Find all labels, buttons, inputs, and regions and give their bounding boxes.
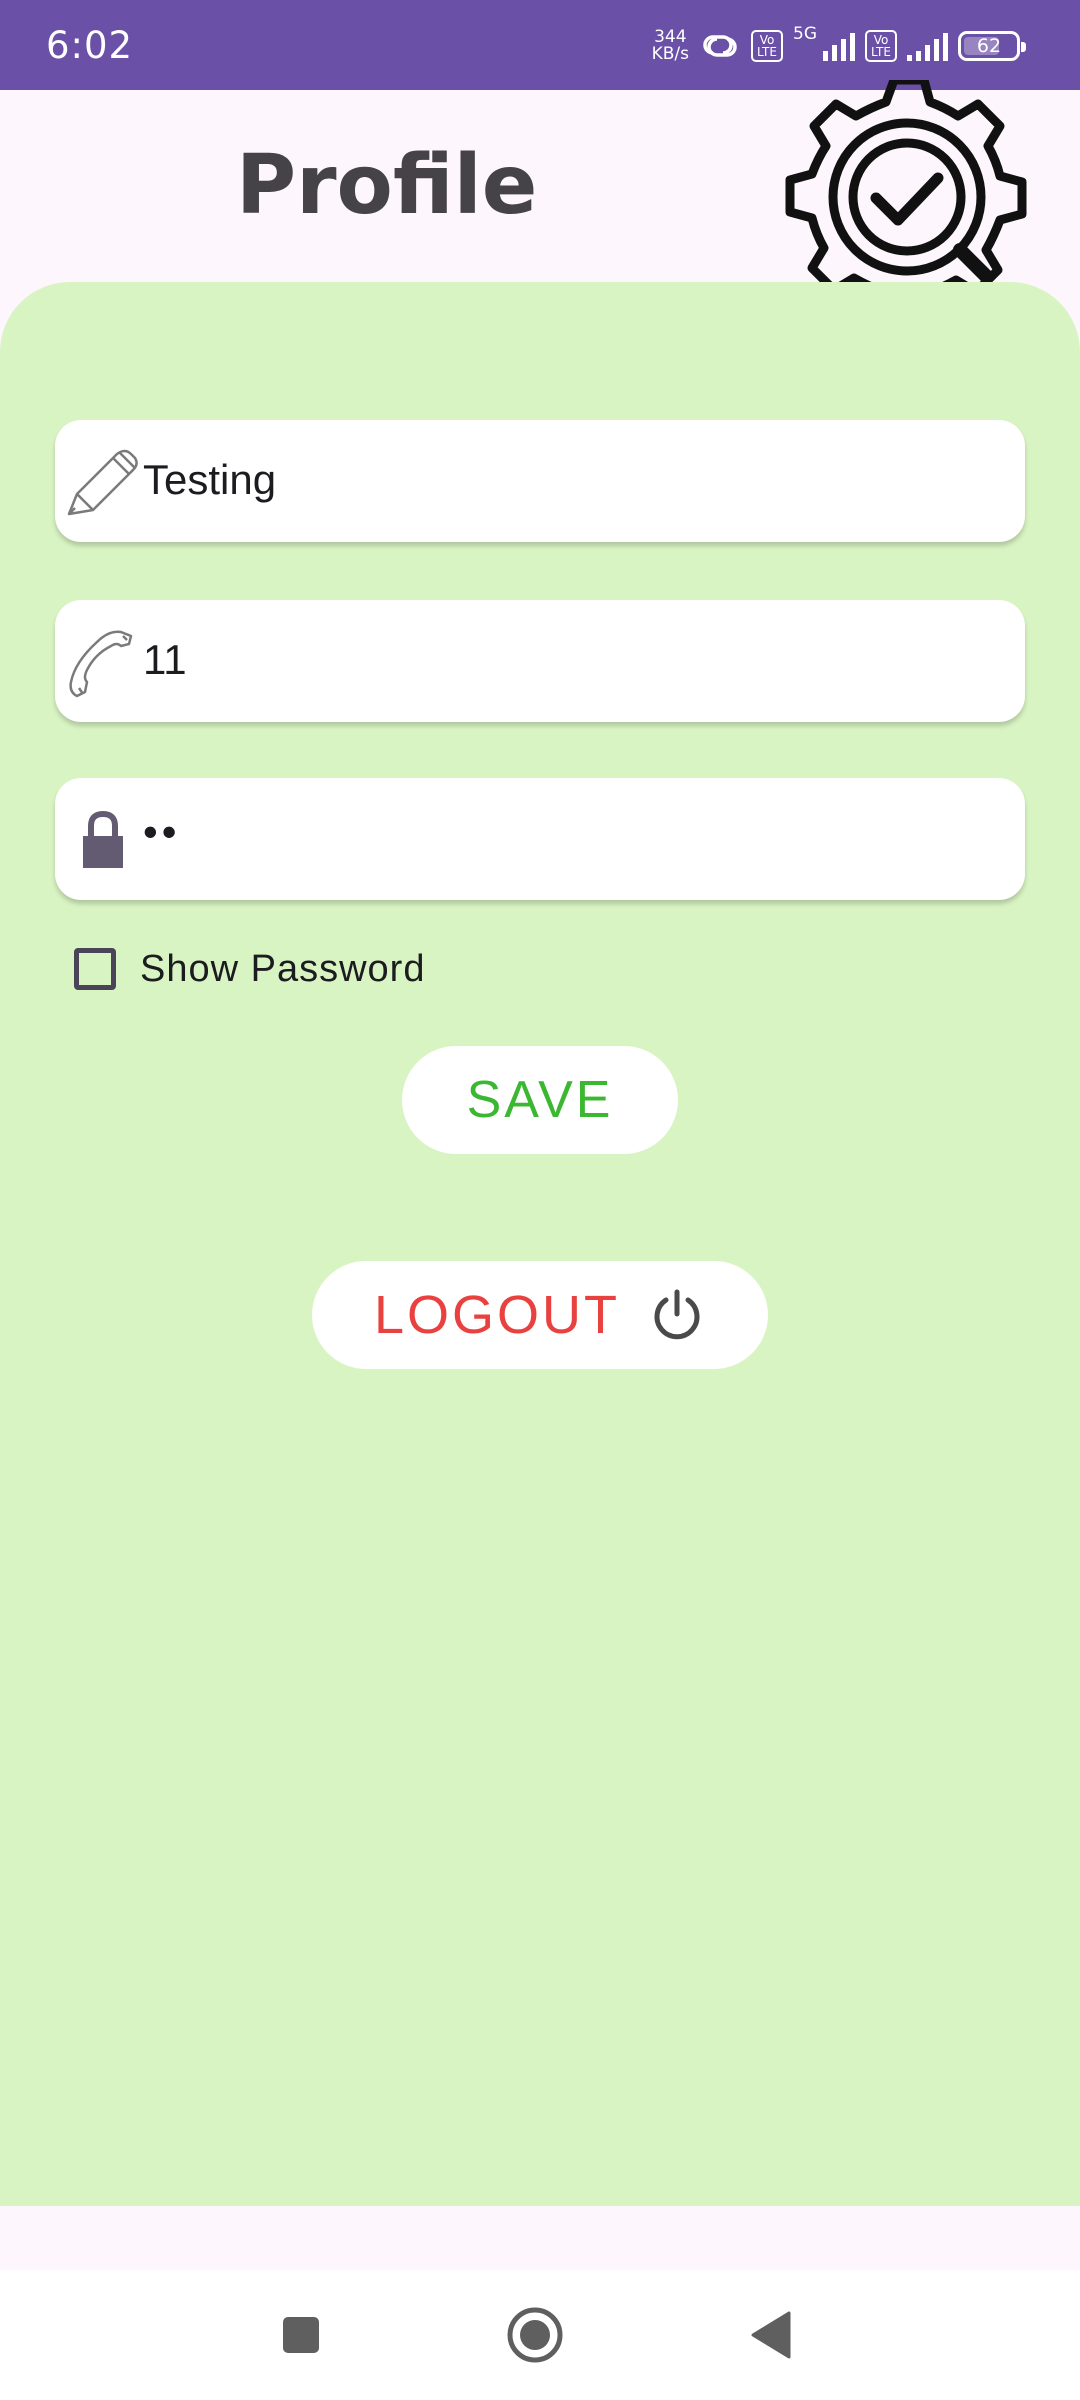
phone-field[interactable]: 11 xyxy=(55,600,1025,722)
gear-check-magnifier-icon xyxy=(724,80,1080,300)
password-value: •• xyxy=(143,808,181,855)
pencil-icon xyxy=(67,449,138,516)
status-icons: 344 KB/s Vo LTE 5G Vo LTE 62 xyxy=(652,24,1026,68)
volte-badge-2: Vo LTE xyxy=(865,30,897,62)
signal-bars-1-icon xyxy=(823,31,855,61)
lock-icon xyxy=(83,810,123,868)
page-title: Profile xyxy=(236,138,538,233)
network-type: 5G xyxy=(793,24,817,44)
save-button[interactable]: SAVE xyxy=(402,1046,678,1154)
net-speed: 344 KB/s xyxy=(652,29,689,63)
status-bar: 6:02 344 KB/s Vo LTE 5G Vo LTE 62 xyxy=(0,0,1080,90)
battery-level: 62 xyxy=(976,35,1002,57)
battery-icon: 62 xyxy=(958,31,1026,61)
triangle-back-icon xyxy=(751,2311,791,2359)
password-field[interactable]: •• xyxy=(55,778,1025,900)
circle-home-icon xyxy=(507,2307,563,2363)
home-button[interactable] xyxy=(500,2300,570,2370)
logout-button-label: LOGOUT xyxy=(373,1285,621,1345)
navigation-bar xyxy=(0,2270,1080,2400)
profile-card xyxy=(0,282,1080,2206)
square-recents-icon xyxy=(283,2317,319,2353)
show-password-label: Show Password xyxy=(140,947,426,990)
volte-badge-1: Vo LTE xyxy=(751,30,783,62)
signal-bars-2-icon xyxy=(907,31,948,61)
save-button-label: SAVE xyxy=(466,1071,614,1129)
status-time: 6:02 xyxy=(46,24,134,67)
show-password-checkbox[interactable] xyxy=(74,948,116,990)
logout-button[interactable]: LOGOUT xyxy=(312,1261,768,1369)
net-speed-unit: KB/s xyxy=(651,44,689,64)
name-value: Testing xyxy=(143,456,277,503)
phone-icon xyxy=(69,630,133,698)
name-field[interactable]: Testing xyxy=(55,420,1025,542)
recents-button[interactable] xyxy=(266,2300,336,2370)
phone-value: 11 xyxy=(143,636,187,683)
back-button[interactable] xyxy=(736,2300,806,2370)
hotspot-link-icon xyxy=(703,35,737,57)
show-password-row[interactable]: Show Password xyxy=(74,942,425,996)
power-icon xyxy=(654,1289,700,1340)
